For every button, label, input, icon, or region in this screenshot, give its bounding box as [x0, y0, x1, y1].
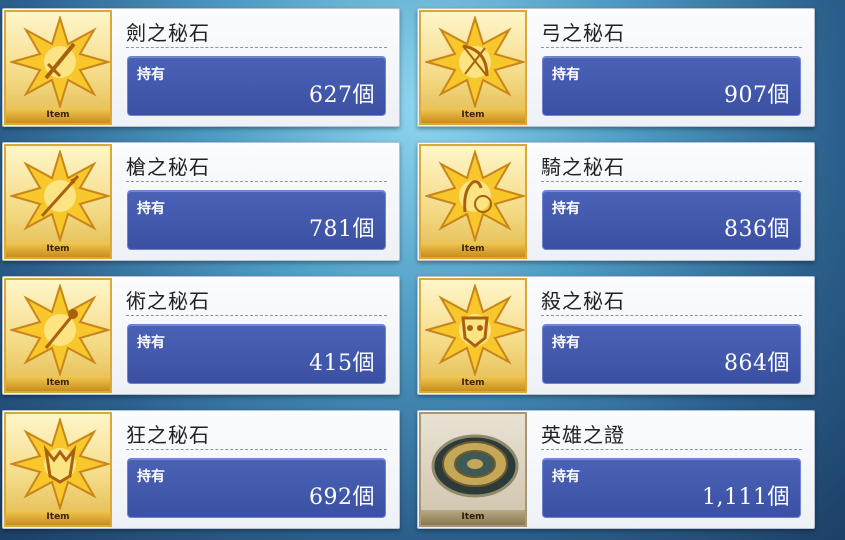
owned-label: 持有 [137, 335, 165, 351]
item-tag: Item [421, 242, 525, 257]
proof-of-hero-icon [431, 434, 519, 498]
item-card-lancer-gem[interactable]: Item 槍之秘石 持有 781個 [2, 142, 400, 261]
owned-count: 1,111個 [702, 485, 790, 510]
owned-panel: 持有 836個 [542, 190, 801, 250]
item-tag: Item [6, 242, 110, 257]
divider [541, 449, 802, 450]
owned-label: 持有 [137, 67, 165, 83]
item-icon-frame: Item [4, 412, 112, 527]
owned-label: 持有 [552, 201, 580, 217]
item-name: 騎之秘石 [541, 155, 625, 179]
item-card-berserker-gem[interactable]: Item 狂之秘石 持有 692個 [2, 410, 400, 529]
owned-panel: 持有 1,111個 [542, 458, 801, 518]
divider [126, 449, 387, 450]
item-icon-frame: Item [419, 144, 527, 259]
item-icon-frame: Item [419, 412, 527, 527]
owned-panel: 持有 415個 [127, 324, 386, 384]
assassin-gem-icon [425, 284, 525, 376]
item-icon-frame: Item [419, 10, 527, 125]
owned-panel: 持有 781個 [127, 190, 386, 250]
owned-label: 持有 [137, 201, 165, 217]
item-name: 弓之秘石 [541, 21, 625, 45]
divider [126, 47, 387, 48]
rider-gem-icon [425, 150, 525, 242]
item-card-saber-gem[interactable]: Item 劍之秘石 持有 627個 [2, 8, 400, 127]
owned-label: 持有 [552, 335, 580, 351]
owned-count: 864個 [724, 351, 790, 376]
owned-count: 692個 [309, 485, 375, 510]
owned-count: 836個 [724, 217, 790, 242]
item-tag: Item [6, 510, 110, 525]
item-tag: Item [6, 108, 110, 123]
item-tag: Item [421, 376, 525, 391]
divider [541, 47, 802, 48]
item-icon-frame: Item [4, 144, 112, 259]
divider [541, 181, 802, 182]
item-icon-frame: Item [419, 278, 527, 393]
lancer-gem-icon [10, 150, 110, 242]
caster-gem-icon [10, 284, 110, 376]
owned-label: 持有 [137, 469, 165, 485]
owned-panel: 持有 692個 [127, 458, 386, 518]
divider [541, 315, 802, 316]
item-grid: Item 劍之秘石 持有 627個 Item 弓之秘石 持有 907個 Item… [0, 8, 817, 529]
item-name: 劍之秘石 [126, 21, 210, 45]
item-name: 術之秘石 [126, 289, 210, 313]
item-name: 英雄之證 [541, 423, 625, 447]
item-card-assassin-gem[interactable]: Item 殺之秘石 持有 864個 [417, 276, 815, 395]
owned-label: 持有 [552, 67, 580, 83]
owned-label: 持有 [552, 469, 580, 485]
owned-panel: 持有 627個 [127, 56, 386, 116]
item-tag: Item [421, 108, 525, 123]
berserker-gem-icon [10, 418, 110, 510]
item-tag: Item [421, 510, 525, 525]
divider [126, 181, 387, 182]
item-icon-frame: Item [4, 10, 112, 125]
archer-gem-icon [425, 16, 525, 108]
item-name: 槍之秘石 [126, 155, 210, 179]
item-tag: Item [6, 376, 110, 391]
item-name: 狂之秘石 [126, 423, 210, 447]
item-card-proof-of-hero[interactable]: Item 英雄之證 持有 1,111個 [417, 410, 815, 529]
owned-count: 627個 [309, 83, 375, 108]
owned-panel: 持有 907個 [542, 56, 801, 116]
item-icon-frame: Item [4, 278, 112, 393]
owned-count: 907個 [724, 83, 790, 108]
item-name: 殺之秘石 [541, 289, 625, 313]
owned-count: 415個 [309, 351, 375, 376]
saber-gem-icon [10, 16, 110, 108]
owned-count: 781個 [309, 217, 375, 242]
owned-panel: 持有 864個 [542, 324, 801, 384]
item-card-rider-gem[interactable]: Item 騎之秘石 持有 836個 [417, 142, 815, 261]
divider [126, 315, 387, 316]
item-card-archer-gem[interactable]: Item 弓之秘石 持有 907個 [417, 8, 815, 127]
item-card-caster-gem[interactable]: Item 術之秘石 持有 415個 [2, 276, 400, 395]
